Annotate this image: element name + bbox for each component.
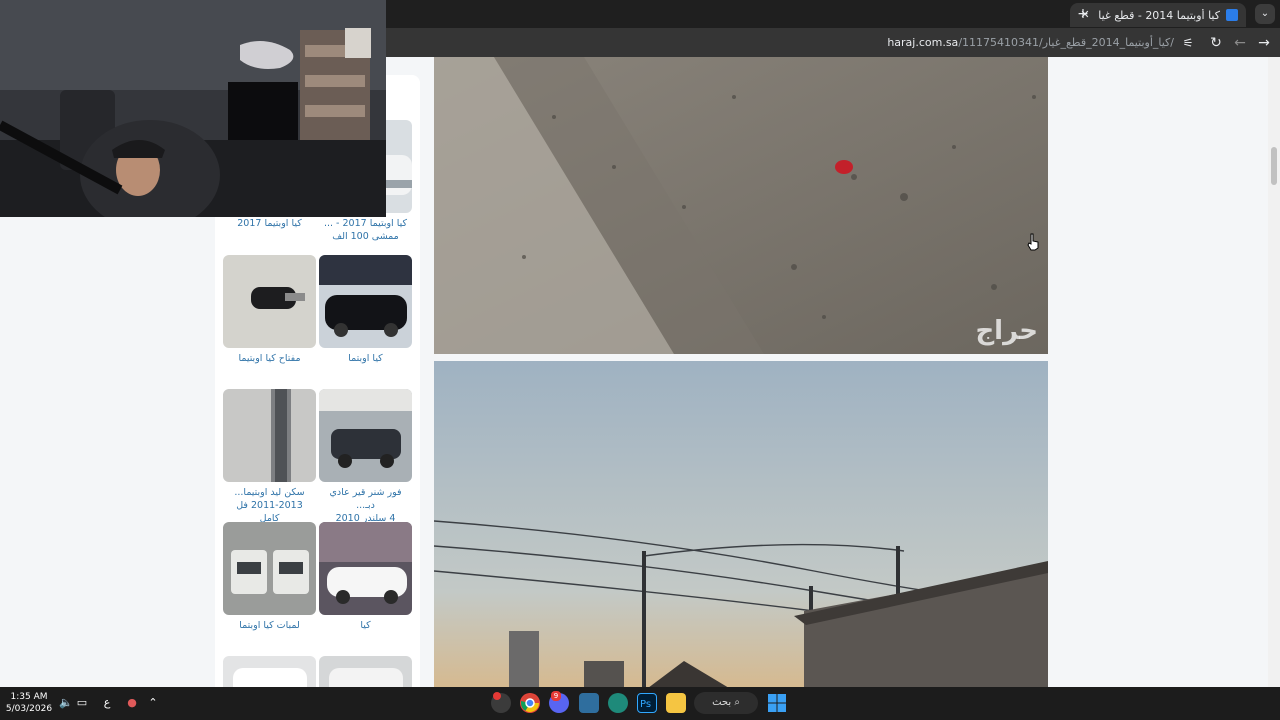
clock-date: 5/03/2026 xyxy=(5,704,53,714)
related-card[interactable]: كيا xyxy=(319,522,412,632)
related-card-title: كيا اوبتما xyxy=(348,353,383,364)
address-bar[interactable]: haraj.com.sa/11175410341/كيا_أوبتيما_201… xyxy=(887,36,1174,50)
related-thumbnail xyxy=(223,389,316,482)
related-card-title: سكن ليد اوبتيما... 2011-2013 فل كامل xyxy=(234,487,305,524)
chrome-app-icon[interactable] xyxy=(520,693,540,713)
related-card[interactable]: لمبات كيا اوبتما xyxy=(223,522,316,632)
network-icon[interactable]: ▭ xyxy=(75,696,89,710)
related-thumbnail xyxy=(319,522,412,615)
language-indicator[interactable]: ع xyxy=(100,696,114,710)
svg-text:Ps: Ps xyxy=(640,699,651,710)
url-path: /11175410341/كيا_أوبتيما_2014_قطع_غيار/ xyxy=(958,36,1174,49)
related-thumbnail xyxy=(223,522,316,615)
show-hidden-icons-chevron-icon[interactable]: ⌃ xyxy=(146,696,160,710)
windows-taskbar: 1:35 AM 5/03/2026 🔈 ▭ ع ● ⌃ 9 Ps ⌕ بحث xyxy=(0,687,1280,720)
related-card[interactable] xyxy=(223,656,316,687)
related-card[interactable] xyxy=(319,656,412,687)
system-clock[interactable]: 1:35 AM 5/03/2026 xyxy=(4,691,54,715)
ground-photo-drawing xyxy=(434,57,1048,354)
tab-search-menu-button[interactable]: ⌄ xyxy=(1255,4,1275,24)
forward-button[interactable]: → xyxy=(1254,33,1274,53)
edge-app-icon[interactable] xyxy=(608,693,628,713)
related-card-title: كيا اوبتيما 2017 xyxy=(237,218,302,229)
related-card[interactable]: فور شنر قير عادي دبـ... 4 سلندر 2010 xyxy=(319,389,412,525)
listing-gallery: حراج xyxy=(434,57,1048,687)
recording-indicator-icon xyxy=(493,692,501,700)
photoshop-app-icon[interactable]: Ps xyxy=(637,693,657,713)
related-card-title: كيا اوبتيما 2017 - ... ممشى 100 الف xyxy=(323,218,408,242)
related-thumbnail xyxy=(223,255,316,348)
windows-start-icon[interactable] xyxy=(767,693,787,713)
related-thumbnail xyxy=(319,656,412,687)
related-card-title: لمبات كيا اوبتما xyxy=(239,620,300,631)
file-explorer-app-icon[interactable] xyxy=(666,693,686,713)
taskbar-search-label: بحث xyxy=(712,697,732,708)
reload-button[interactable]: ↻ xyxy=(1206,33,1226,53)
yard-photo-drawing xyxy=(434,361,1048,687)
related-card[interactable]: كيا اوبتما xyxy=(319,255,412,365)
mouse-cursor-hand-icon xyxy=(1027,233,1039,251)
discord-badge: 9 xyxy=(551,691,561,701)
related-card-title: كيا xyxy=(360,620,371,631)
related-thumbnail xyxy=(319,389,412,482)
new-tab-button[interactable]: + xyxy=(1074,5,1092,23)
related-card[interactable]: مفتاح كيا اوبتيما xyxy=(223,255,316,365)
clock-time: 1:35 AM xyxy=(10,692,48,702)
webcam-overlay xyxy=(0,0,386,217)
volume-icon[interactable]: 🔈 xyxy=(59,696,73,710)
microphone-icon[interactable]: ● xyxy=(125,696,139,710)
related-thumbnail xyxy=(223,656,316,687)
webcam-feed-drawing xyxy=(0,0,386,217)
url-host: haraj.com.sa xyxy=(887,36,959,49)
listing-photo-ground[interactable]: حراج xyxy=(434,57,1048,354)
back-button[interactable]: ← xyxy=(1230,33,1250,53)
related-card[interactable]: سكن ليد اوبتيما... 2011-2013 فل كامل xyxy=(223,389,316,525)
related-card-title: مفتاح كيا اوبتيما xyxy=(238,353,301,364)
taskbar-search-box[interactable]: ⌕ بحث xyxy=(694,692,758,714)
task-view-app-icon[interactable] xyxy=(579,693,599,713)
search-icon: ⌕ xyxy=(731,697,740,708)
tab-title: كيا أوبتيما 2014 - قطع غيار | موقع حراج xyxy=(1098,8,1220,22)
page-scrollbar[interactable] xyxy=(1268,57,1280,687)
site-info-icon[interactable]: ⚟ xyxy=(1178,33,1198,53)
haraj-favicon-icon xyxy=(1226,9,1238,21)
related-card-title: فور شنر قير عادي دبـ... 4 سلندر 2010 xyxy=(329,487,402,524)
listing-photo-yard[interactable] xyxy=(434,361,1048,687)
related-thumbnail xyxy=(319,255,412,348)
scrollbar-thumb[interactable] xyxy=(1271,147,1277,185)
haraj-watermark: حراج xyxy=(975,316,1038,346)
active-tab[interactable]: كيا أوبتيما 2014 - قطع غيار | موقع حراج … xyxy=(1070,3,1246,27)
